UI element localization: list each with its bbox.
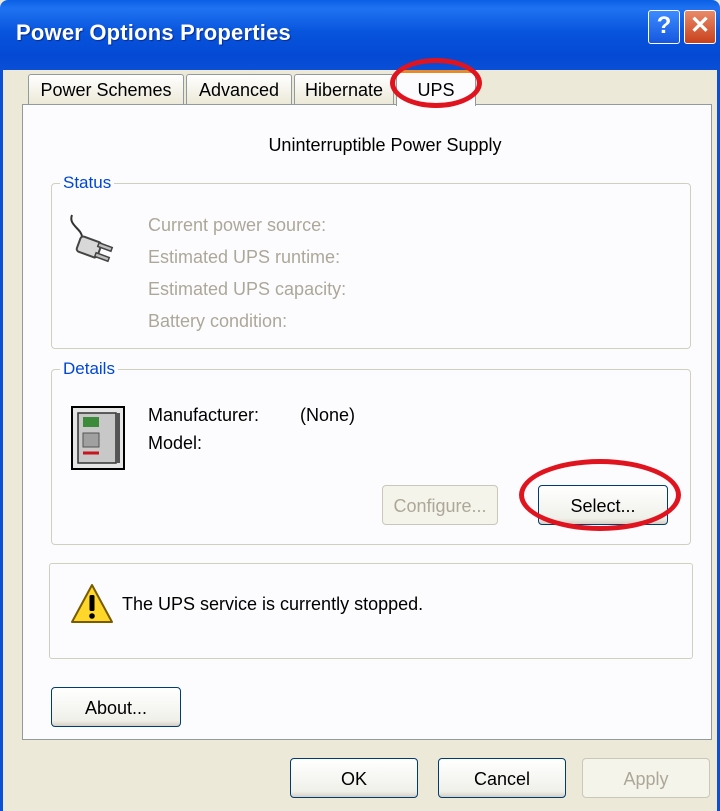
about-button[interactable]: About... — [51, 687, 181, 727]
tab-label: Hibernate — [305, 80, 384, 100]
details-legend: Details — [63, 359, 115, 378]
window-frame-left — [0, 70, 3, 811]
window-title: Power Options Properties — [16, 20, 291, 45]
warning-icon — [71, 584, 113, 623]
manufacturer-label: Manufacturer: — [148, 405, 260, 425]
tab-label: Power Schemes — [40, 80, 172, 100]
tab-power-schemes[interactable]: Power Schemes — [28, 74, 184, 104]
title-bar[interactable]: Power Options Properties ? ✕ — [0, 0, 720, 70]
tab-label: UPS — [417, 80, 455, 100]
service-notice: The UPS service is currently stopped. — [49, 563, 693, 659]
tab-ups[interactable]: UPS — [396, 70, 476, 106]
tab-label: Advanced — [198, 80, 280, 100]
ups-heading: Uninterruptible Power Supply — [268, 135, 502, 155]
status-estimated-capacity: Estimated UPS capacity: — [148, 279, 347, 299]
close-icon: ✕ — [689, 12, 711, 39]
status-current-power-source: Current power source: — [148, 215, 327, 235]
tab-hibernate[interactable]: Hibernate — [294, 74, 394, 104]
details-group: Details Manufacturer: (None) Model: Conf… — [51, 359, 691, 545]
ups-tab-panel: Uninterruptible Power Supply Status Curr… — [22, 104, 712, 740]
status-legend: Status — [63, 173, 112, 192]
ups-device-icon — [71, 406, 125, 470]
cancel-button[interactable]: Cancel — [438, 758, 566, 798]
status-group: Status Current power source: Estimated U… — [51, 173, 691, 349]
status-battery-condition: Battery condition: — [148, 311, 288, 331]
select-button[interactable]: Select... — [538, 485, 668, 525]
configure-button[interactable]: Configure... — [382, 485, 498, 525]
close-button[interactable]: ✕ — [684, 10, 716, 44]
ok-button[interactable]: OK — [290, 758, 418, 798]
power-options-dialog: Power Options Properties ? ✕ Power Schem… — [0, 0, 720, 811]
question-mark-icon: ? — [656, 12, 672, 39]
status-estimated-runtime: Estimated UPS runtime: — [148, 247, 341, 267]
apply-button[interactable]: Apply — [582, 758, 710, 798]
power-plug-icon — [70, 214, 114, 263]
manufacturer-value: (None) — [300, 405, 356, 425]
service-stopped-message: The UPS service is currently stopped. — [122, 594, 424, 614]
help-button[interactable]: ? — [648, 10, 680, 44]
model-label: Model: — [148, 433, 203, 453]
tab-advanced[interactable]: Advanced — [186, 74, 292, 104]
